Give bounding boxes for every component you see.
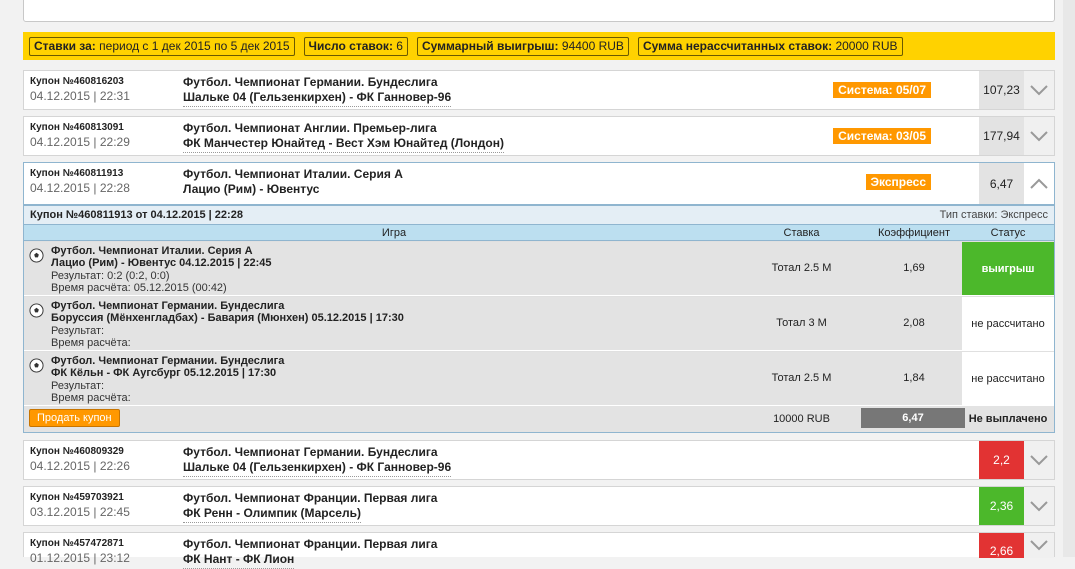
col-stake: Ставка	[783, 227, 820, 239]
status-badge: не рассчитано	[962, 352, 1054, 405]
col-game: Игра	[381, 227, 407, 239]
scrollbar[interactable]	[1063, 0, 1075, 557]
top-input-box	[23, 0, 1055, 22]
unsettled-pill: Сумма нерассчитанных ставок: 20000 RUB	[637, 36, 903, 56]
details-header: Купон №460811913 от 04.12.2015 | 22:28 Т…	[24, 206, 1054, 224]
coupon-row-expanded[interactable]: Купон №460811913 04.12.2015 | 22:28 Футб…	[23, 162, 1055, 205]
coupon-match: ФК Ренн - Олимпик (Марсель)	[183, 506, 361, 523]
coupon-coefficient: 6,47	[979, 163, 1024, 204]
chevron-down-icon	[1030, 84, 1048, 95]
chevron-down-icon	[1030, 540, 1048, 551]
chevron-down-icon	[1030, 130, 1048, 141]
coupon-league: Футбол. Чемпионат Франции. Первая лига	[183, 537, 438, 551]
coupon-match: ФК Нант - ФК Лион	[183, 552, 295, 569]
coupon-row[interactable]: Купон №457472871 01.12.2015 | 23:12 Футб…	[23, 532, 1055, 569]
coupon-number: Купон №459703921	[30, 492, 124, 503]
coupon-match: Шальке 04 (Гельзенкирхен) - ФК Ганновер-…	[183, 90, 452, 107]
coupon-date: 04.12.2015 | 22:26	[30, 459, 130, 473]
coupon-league: Футбол. Чемпионат Италии. Серия А	[183, 167, 403, 181]
col-coef: Коэффициент	[877, 227, 951, 239]
coupon-date: 04.12.2015 | 22:31	[30, 89, 130, 103]
soccer-ball-icon	[29, 358, 44, 373]
status-badge: не рассчитано	[962, 297, 1054, 350]
col-status: Статус	[990, 227, 1026, 239]
count-pill: Число ставок: 6	[303, 36, 408, 56]
coupon-details-panel: Купон №460811913 от 04.12.2015 | 22:28 Т…	[23, 205, 1055, 433]
total-coefficient: 6,47	[861, 408, 965, 428]
coupon-league: Футбол. Чемпионат Франции. Первая лига	[183, 491, 438, 505]
details-bet-type: Тип ставки: Экспресс	[939, 209, 1048, 221]
bet-type-badge: Экспресс	[865, 174, 931, 190]
coupon-coefficient: 177,94	[979, 117, 1024, 155]
coupon-number: Купон №460809329	[30, 446, 124, 457]
coupon-league: Футбол. Чемпионат Германии. Бундеслига	[183, 445, 438, 459]
collapse-button[interactable]	[1024, 163, 1054, 204]
chevron-down-icon	[1030, 454, 1048, 465]
coupon-number: Купон №460816203	[30, 76, 124, 87]
coupon-date: 04.12.2015 | 22:28	[30, 181, 130, 195]
coupon-coefficient: 2,2	[979, 441, 1024, 479]
coupon-league: Футбол. Чемпионат Германии. Бундеслига	[183, 75, 438, 89]
coupon-row[interactable]: Купон №460816203 04.12.2015 | 22:31 Футб…	[23, 70, 1055, 110]
soccer-ball-icon	[29, 303, 44, 318]
coupon-coefficient: 2,66	[979, 533, 1024, 558]
coupon-number: Купон №460811913	[30, 168, 124, 179]
coupon-match: ФК Манчестер Юнайтед - Вест Хэм Юнайтед …	[183, 136, 504, 153]
details-title: Купон №460811913 от 04.12.2015 | 22:28	[30, 209, 243, 221]
total-win-pill: Суммарный выигрыш: 94400 RUB	[416, 36, 629, 56]
chevron-up-icon	[1030, 178, 1048, 189]
coupon-number: Купон №457472871	[30, 538, 124, 549]
table-row: Футбол. Чемпионат Италии. Серия А Лацио …	[24, 242, 1054, 296]
details-footer: Продать купон 10000 RUB 6,47 Не выплачен…	[24, 406, 1054, 432]
period-pill: Ставки за: период с 1 дек 2015 по 5 дек …	[29, 36, 295, 56]
coupon-match: Лацио (Рим) - Ювентус	[183, 182, 320, 196]
expand-button[interactable]	[1024, 117, 1054, 155]
expand-button[interactable]	[1024, 71, 1054, 109]
sell-coupon-button[interactable]: Продать купон	[29, 409, 120, 427]
details-table-header: Игра Ставка Коэффициент Статус	[24, 224, 1054, 241]
coupon-row[interactable]: Купон №459703921 03.12.2015 | 22:45 Футб…	[23, 486, 1055, 526]
chevron-down-icon	[1030, 500, 1048, 511]
table-row: Футбол. Чемпионат Германии. Бундеслига Б…	[24, 297, 1054, 351]
coupon-number: Купон №460813091	[30, 122, 124, 133]
coupon-coefficient: 2,36	[979, 487, 1024, 525]
coupon-date: 04.12.2015 | 22:29	[30, 135, 130, 149]
coupon-row[interactable]: Купон №460813091 04.12.2015 | 22:29 Футб…	[23, 116, 1055, 156]
coupon-match: Шальке 04 (Гельзенкирхен) - ФК Ганновер-…	[183, 460, 452, 477]
expand-button[interactable]	[1024, 533, 1054, 558]
bet-type-badge: Система: 03/05	[833, 128, 931, 144]
coupon-row[interactable]: Купон №460809329 04.12.2015 | 22:26 Футб…	[23, 440, 1055, 480]
bet-type-badge: Система: 05/07	[833, 82, 931, 98]
table-row: Футбол. Чемпионат Германии. Бундеслига Ф…	[24, 352, 1054, 406]
payout-status: Не выплачено	[968, 413, 1048, 425]
expand-button[interactable]	[1024, 487, 1054, 525]
expand-button[interactable]	[1024, 441, 1054, 479]
total-stake: 10000 RUB	[773, 413, 830, 425]
soccer-ball-icon	[29, 248, 44, 263]
coupon-date: 01.12.2015 | 23:12	[30, 551, 130, 565]
status-badge: выигрыш	[962, 242, 1054, 295]
coupon-coefficient: 107,23	[979, 71, 1024, 109]
bets-summary-bar: Ставки за: период с 1 дек 2015 по 5 дек …	[23, 32, 1055, 60]
coupon-date: 03.12.2015 | 22:45	[30, 505, 130, 519]
coupon-league: Футбол. Чемпионат Англии. Премьер-лига	[183, 121, 437, 135]
